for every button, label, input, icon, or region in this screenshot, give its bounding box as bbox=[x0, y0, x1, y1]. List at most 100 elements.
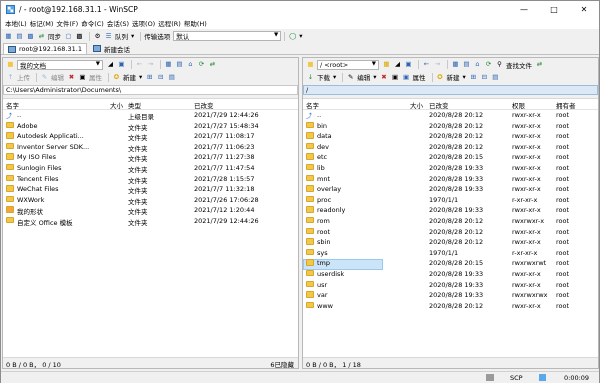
local-drive-select[interactable]: 我的文档 ▼ bbox=[17, 59, 103, 70]
menu-help[interactable]: 帮助(H) bbox=[184, 18, 207, 28]
queue-icon[interactable]: ☰ bbox=[104, 32, 113, 41]
remote-path-bar[interactable]: / bbox=[303, 85, 598, 95]
properties-button[interactable]: 属性 bbox=[413, 72, 426, 82]
table-row[interactable]: data 2020/8/28 20:12 rwxr-xr-x root bbox=[303, 131, 598, 142]
col-rights[interactable]: 权限 bbox=[512, 100, 525, 110]
forward-arrow-icon[interactable]: → bbox=[433, 60, 442, 69]
select-all-icon[interactable]: ⊞ bbox=[469, 73, 478, 82]
rename-icon[interactable]: ▣ bbox=[391, 73, 400, 82]
new-dropdown-icon[interactable]: ▾ bbox=[139, 73, 142, 81]
col-size[interactable]: 大小 bbox=[410, 100, 423, 110]
table-row[interactable]: mnt 2020/8/28 19:33 rwxr-xr-x root bbox=[303, 174, 598, 185]
parent-dir-icon[interactable]: ▦ bbox=[451, 60, 460, 69]
menu-session[interactable]: 会话(S) bbox=[107, 18, 129, 28]
edit-icon[interactable]: ✎ bbox=[40, 73, 49, 82]
table-row[interactable]: userdisk 2020/8/28 19:33 rwxr-xr-x root bbox=[303, 269, 598, 280]
menu-remote[interactable]: 远程(R) bbox=[158, 18, 181, 28]
table-row[interactable]: proc 1970/1/1 r-xr-xr-x root bbox=[303, 195, 598, 206]
menu-local[interactable]: 本地(L) bbox=[5, 18, 27, 28]
deselect-icon[interactable]: ⊟ bbox=[156, 73, 165, 82]
edit-button[interactable]: 编辑 bbox=[357, 72, 370, 82]
delete-icon[interactable]: ✖ bbox=[67, 73, 76, 82]
edit-icon[interactable]: ✎ bbox=[346, 73, 355, 82]
close-button[interactable]: ✕ bbox=[569, 1, 599, 17]
table-row[interactable]: Autodesk Applicati... 文件夹 2021/7/7 11:08:1… bbox=[3, 131, 298, 142]
table-row[interactable]: tmp 2020/8/28 20:15 rwxrwxrwt root bbox=[303, 258, 598, 270]
menu-command[interactable]: 命令(C) bbox=[81, 18, 104, 28]
table-row[interactable]: Sunlogin Files 文件夹 2021/7/7 11:47:54 bbox=[3, 163, 298, 174]
bookmark-icon[interactable]: ▣ bbox=[117, 60, 126, 69]
terminal-icon[interactable]: ▩ bbox=[26, 32, 35, 41]
menu-file[interactable]: 文件(F) bbox=[56, 18, 78, 28]
new-icon[interactable]: ✪ bbox=[112, 73, 121, 82]
properties-button[interactable]: 属性 bbox=[89, 72, 102, 82]
table-row[interactable]: readonly 2020/8/28 19:33 rwxr-xr-x root bbox=[303, 205, 598, 216]
filter-select-icon[interactable]: ▤ bbox=[167, 73, 176, 82]
find-files-button[interactable]: 查找文件 bbox=[506, 60, 532, 70]
col-changed[interactable]: 已改变 bbox=[429, 100, 449, 110]
queue-dropdown-icon[interactable]: ▾ bbox=[131, 32, 134, 40]
filter-icon[interactable]: ◢ bbox=[106, 60, 115, 69]
table-row[interactable]: usr 2020/8/28 19:33 rwxr-xr-x root bbox=[303, 280, 598, 291]
back-arrow-icon[interactable]: ← bbox=[135, 60, 144, 69]
sync-button[interactable]: 同步 bbox=[48, 31, 61, 41]
col-name[interactable]: 名字 bbox=[6, 100, 19, 110]
edit-dropdown-icon[interactable]: ▾ bbox=[373, 73, 376, 81]
filter-icon[interactable]: ◢ bbox=[393, 60, 402, 69]
table-row[interactable]: 我的形状 文件夹 2021/7/12 1:20:44 bbox=[3, 205, 298, 216]
table-row[interactable]: rom 2020/8/28 20:12 rwxrwxr-x root bbox=[303, 216, 598, 227]
parent-dir-icon[interactable]: ▦ bbox=[164, 60, 173, 69]
local-path-bar[interactable]: C:\Users\Administrator\Documents\ bbox=[3, 85, 298, 95]
home-icon[interactable]: ⌂ bbox=[186, 60, 195, 69]
download-icon[interactable]: ↓ bbox=[306, 73, 315, 82]
preferences-gear-icon[interactable]: ⚙ bbox=[93, 32, 102, 41]
col-changed[interactable]: 已改变 bbox=[194, 100, 214, 110]
table-row[interactable]: WXWork 文件夹 2021/7/26 17:06:28 bbox=[3, 195, 298, 206]
table-row[interactable]: var 2020/8/28 19:33 rwxrwxrwx root bbox=[303, 290, 598, 301]
bookmark-icon[interactable]: ▣ bbox=[404, 60, 413, 69]
console-icon[interactable]: ▢ bbox=[64, 32, 73, 41]
upload-icon[interactable]: ↑ bbox=[6, 73, 15, 82]
queue-button[interactable]: 队列 bbox=[115, 31, 128, 41]
download-button[interactable]: 下载 bbox=[317, 72, 330, 82]
deselect-icon[interactable]: ⊟ bbox=[480, 73, 489, 82]
new-button[interactable]: 新建 bbox=[447, 72, 460, 82]
properties-icon[interactable]: ▣ bbox=[78, 73, 87, 82]
col-owner[interactable]: 拥有者 bbox=[556, 100, 576, 110]
properties-icon[interactable]: ▣ bbox=[402, 73, 411, 82]
table-row[interactable]: WeChat Files 文件夹 2021/7/7 11:32:18 bbox=[3, 184, 298, 195]
table-row[interactable]: ⤴.. 上级目录 2021/7/29 12:44:26 bbox=[3, 110, 298, 121]
home-icon[interactable]: ⌂ bbox=[473, 60, 482, 69]
table-row[interactable]: lib 2020/8/28 19:33 rwxr-xr-x root bbox=[303, 163, 598, 174]
table-row[interactable]: Adobe 文件夹 2021/7/27 15:48:34 bbox=[3, 121, 298, 132]
col-size[interactable]: 大小 bbox=[110, 100, 123, 110]
refresh-icon[interactable]: ⟳ bbox=[484, 60, 493, 69]
tab-session[interactable]: root@192.168.31.1 bbox=[3, 43, 87, 54]
sessions-icon[interactable]: ▩ bbox=[75, 32, 84, 41]
transfer-settings-select[interactable]: 默认 ▼ bbox=[173, 31, 282, 41]
edit-button[interactable]: 编辑 bbox=[51, 72, 64, 82]
back-arrow-icon[interactable]: ← bbox=[422, 60, 431, 69]
transfer-dropdown-icon[interactable]: ▾ bbox=[299, 32, 302, 40]
col-name[interactable]: 名字 bbox=[306, 100, 319, 110]
view-icon[interactable]: ▦ bbox=[4, 32, 13, 41]
col-type[interactable]: 类型 bbox=[128, 100, 141, 110]
table-row[interactable]: ⤴.. 2020/8/28 20:12 rwxr-xr-x root bbox=[303, 110, 598, 121]
minimize-button[interactable]: — bbox=[509, 1, 539, 17]
new-icon[interactable]: ✪ bbox=[436, 73, 445, 82]
new-dropdown-icon[interactable]: ▾ bbox=[463, 73, 466, 81]
table-row[interactable]: etc 2020/8/28 20:15 rwxr-xr-x root bbox=[303, 152, 598, 163]
menu-options[interactable]: 选项(O) bbox=[132, 18, 155, 28]
table-row[interactable]: overlay 2020/8/28 19:33 rwxr-xr-x root bbox=[303, 184, 598, 195]
root-dir-icon[interactable]: ▤ bbox=[462, 60, 471, 69]
table-row[interactable]: 自定义 Office 模板 文件夹 2021/7/29 12:44:26 bbox=[3, 216, 298, 227]
upload-button[interactable]: 上传 bbox=[17, 72, 30, 82]
table-row[interactable]: bin 2020/8/28 20:12 rwxr-xr-x root bbox=[303, 121, 598, 132]
table-row[interactable]: dev 2020/8/28 20:12 rwxr-xr-x root bbox=[303, 142, 598, 153]
menu-mark[interactable]: 标记(M) bbox=[30, 18, 54, 28]
root-dir-icon[interactable]: ▤ bbox=[175, 60, 184, 69]
table-row[interactable]: My ISO Files 文件夹 2021/7/7 11:27:38 bbox=[3, 152, 298, 163]
remote-dir-select[interactable]: / <root> ▼ bbox=[317, 59, 379, 70]
tab-new-session[interactable]: 新建会话 bbox=[88, 43, 134, 54]
find-files-icon[interactable]: ⚲ bbox=[495, 60, 504, 69]
